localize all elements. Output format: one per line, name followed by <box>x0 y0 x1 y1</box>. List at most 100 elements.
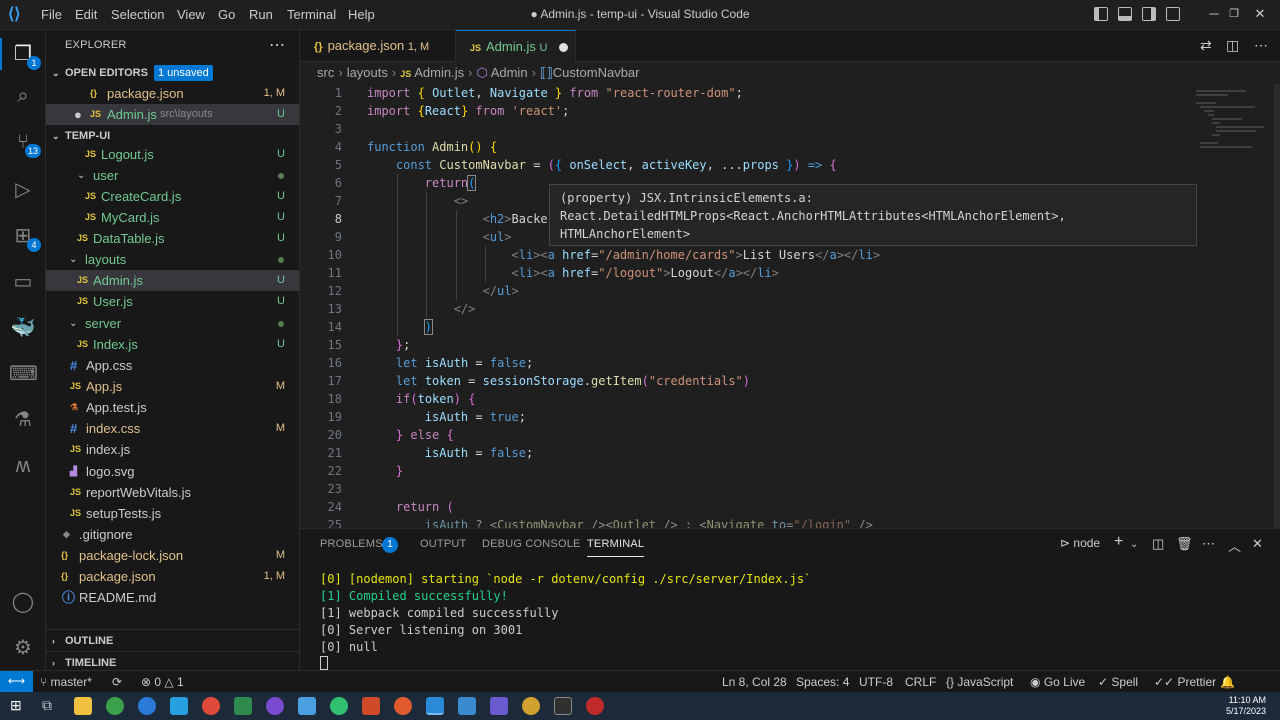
breadcrumb-item[interactable]: src <box>317 65 334 80</box>
mongodb-icon[interactable]: ʍ <box>9 452 37 480</box>
tab-problems[interactable]: PROBLEMS <box>320 538 383 550</box>
close-window-button[interactable]: ✕ <box>1240 0 1280 30</box>
go-live-button[interactable]: ◉ Go Live <box>1030 671 1085 693</box>
menu-help[interactable]: Help <box>348 0 375 30</box>
browser-icon[interactable] <box>106 697 124 715</box>
github-icon[interactable] <box>266 697 284 715</box>
tree-item[interactable]: JS DataTable.js U <box>46 228 299 249</box>
task-view-icon[interactable]: ⧉ <box>42 697 52 714</box>
recorder-icon[interactable] <box>586 697 604 715</box>
tree-item[interactable]: # index.css M <box>46 418 299 439</box>
sync-icon[interactable]: ⟳ <box>112 671 122 693</box>
slack-icon[interactable] <box>522 697 540 715</box>
minimap[interactable] <box>1188 84 1280 528</box>
more-actions-icon[interactable]: ⋯ <box>1254 37 1268 54</box>
file-explorer-icon[interactable] <box>74 697 92 715</box>
unsaved-dot-icon[interactable] <box>559 43 569 53</box>
breadcrumb-item[interactable]: CustomNavbar <box>553 65 640 80</box>
tree-item[interactable]: {} package-lock.json M <box>46 545 299 566</box>
nodejs-icon[interactable] <box>330 697 348 715</box>
editor-scrollbar[interactable] <box>1274 84 1280 528</box>
tree-item[interactable]: JS setupTests.js <box>46 503 299 524</box>
menu-run[interactable]: Run <box>249 0 273 30</box>
compare-changes-icon[interactable]: ⇄ <box>1200 37 1212 54</box>
terminal-taskbar-icon[interactable] <box>554 697 572 715</box>
manage-gear-icon[interactable]: ⚙ <box>9 634 37 662</box>
tab-package-json[interactable]: {} package.json 1, M <box>300 30 456 62</box>
open-editor-item[interactable]: ● JS Admin.js src\layouts U <box>46 104 299 125</box>
menu-view[interactable]: View <box>177 0 205 30</box>
split-editor-icon[interactable]: ◫ <box>1226 37 1239 54</box>
split-terminal-icon[interactable]: ◫ <box>1152 536 1164 552</box>
customize-layout-icon[interactable] <box>1166 7 1180 21</box>
tree-item[interactable]: ◆ .gitignore <box>46 524 299 545</box>
tree-item[interactable]: ▟ logo.svg <box>46 461 299 482</box>
new-terminal-icon[interactable]: + <box>1114 533 1123 551</box>
remote-explorer-icon[interactable]: ▭ <box>9 268 37 296</box>
teams-icon[interactable] <box>490 697 508 715</box>
tree-item[interactable]: JS Logout.js U <box>46 144 299 165</box>
excel-icon[interactable] <box>234 697 252 715</box>
edge-icon[interactable] <box>138 697 156 715</box>
notifications-icon[interactable]: 🔔 <box>1220 671 1235 693</box>
breadcrumb-item[interactable]: Admin.js <box>414 65 464 80</box>
code-editor[interactable]: 1 2 3 4 5 6 7 8 9 10 11 12 13 14 15 16 17 18 19 20 21 22 23 24 2… <box>300 84 1280 528</box>
tree-item[interactable]: JS CreateCard.js U <box>46 186 299 207</box>
menu-selection[interactable]: Selection <box>111 0 164 30</box>
menu-go[interactable]: Go <box>218 0 235 30</box>
testing-icon[interactable]: ⚗ <box>9 406 37 434</box>
more-actions-icon[interactable]: ⋯ <box>1202 536 1215 552</box>
tree-item[interactable]: JS App.js M <box>46 376 299 397</box>
more-actions-icon[interactable]: ⋯ <box>269 35 285 55</box>
menu-file[interactable]: File <box>41 0 62 30</box>
tree-item[interactable]: JS Index.js U <box>46 334 299 355</box>
unsaved-dot-icon[interactable]: ● <box>74 104 82 125</box>
tree-item[interactable]: JS reportWebVitals.js <box>46 482 299 503</box>
tree-item[interactable]: ⚗ App.test.js <box>46 397 299 418</box>
tree-item[interactable]: JS index.js <box>46 439 299 460</box>
maximize-panel-icon[interactable]: ︿ <box>1228 536 1241 555</box>
breadcrumb-item[interactable]: Admin <box>491 65 528 80</box>
tab-output[interactable]: OUTPUT <box>420 538 466 550</box>
tree-item[interactable]: # App.css <box>46 355 299 376</box>
skype-icon[interactable] <box>170 697 188 715</box>
search-icon[interactable]: ⌕ <box>9 82 37 110</box>
line-ending[interactable]: CRLF <box>905 671 936 693</box>
trash-icon[interactable]: 🗑 <box>1176 536 1193 552</box>
menu-edit[interactable]: Edit <box>75 0 97 30</box>
tree-folder[interactable]: ⌄ user <box>46 165 299 186</box>
chrome-icon[interactable] <box>202 697 220 715</box>
photos-icon[interactable] <box>298 697 316 715</box>
tree-folder[interactable]: ⌄ server <box>46 313 299 334</box>
toggle-panel-icon[interactable] <box>1118 7 1132 21</box>
windows-start-icon[interactable]: ⊞ <box>10 697 22 714</box>
breadcrumb-item[interactable]: layouts <box>347 65 388 80</box>
language-mode[interactable]: {} JavaScript <box>946 671 1013 693</box>
tab-admin-js[interactable]: JS Admin.js U <box>456 30 576 62</box>
remote-indicator-icon[interactable]: ⟷ <box>0 671 33 693</box>
problems-indicator[interactable]: ⊗ 0 △ 1 <box>141 671 184 693</box>
vscode-taskbar-icon[interactable] <box>426 697 444 715</box>
branch-indicator[interactable]: ⑂ master* <box>40 671 92 693</box>
source-control-icon[interactable]: ⑂ 13 <box>9 128 41 158</box>
prettier-status[interactable]: ✓✓ Prettier <box>1154 671 1216 693</box>
docker-icon[interactable]: 🐳 <box>9 314 37 342</box>
tab-debug-console[interactable]: DEBUG CONSOLE <box>482 538 581 550</box>
outline-section[interactable]: › OUTLINE <box>46 629 299 651</box>
postman-icon[interactable] <box>394 697 412 715</box>
run-debug-icon[interactable]: ▷ <box>9 176 37 204</box>
encoding[interactable]: UTF-8 <box>859 671 893 693</box>
spell-check[interactable]: ✓ Spell <box>1098 671 1138 693</box>
open-editors-section[interactable]: ⌄ OPEN EDITORS 1 unsaved <box>46 62 299 84</box>
tree-item[interactable]: JS Admin.js U <box>46 270 299 291</box>
tree-item[interactable]: JS MyCard.js U <box>46 207 299 228</box>
explorer-icon[interactable]: ❐ 1 <box>9 40 41 70</box>
close-panel-icon[interactable]: ✕ <box>1252 536 1263 552</box>
toggle-sidebar-icon[interactable] <box>1094 7 1108 21</box>
tree-item[interactable]: {} package.json 1, M <box>46 566 299 587</box>
menu-terminal[interactable]: Terminal <box>287 0 336 30</box>
clock[interactable]: 11:10 AM 5/17/2023 <box>1226 695 1266 717</box>
terminal-selector[interactable]: ⊳ node <box>1060 536 1100 550</box>
indentation[interactable]: Spaces: 4 <box>796 671 849 693</box>
timeline-section[interactable]: › TIMELINE <box>46 651 299 670</box>
